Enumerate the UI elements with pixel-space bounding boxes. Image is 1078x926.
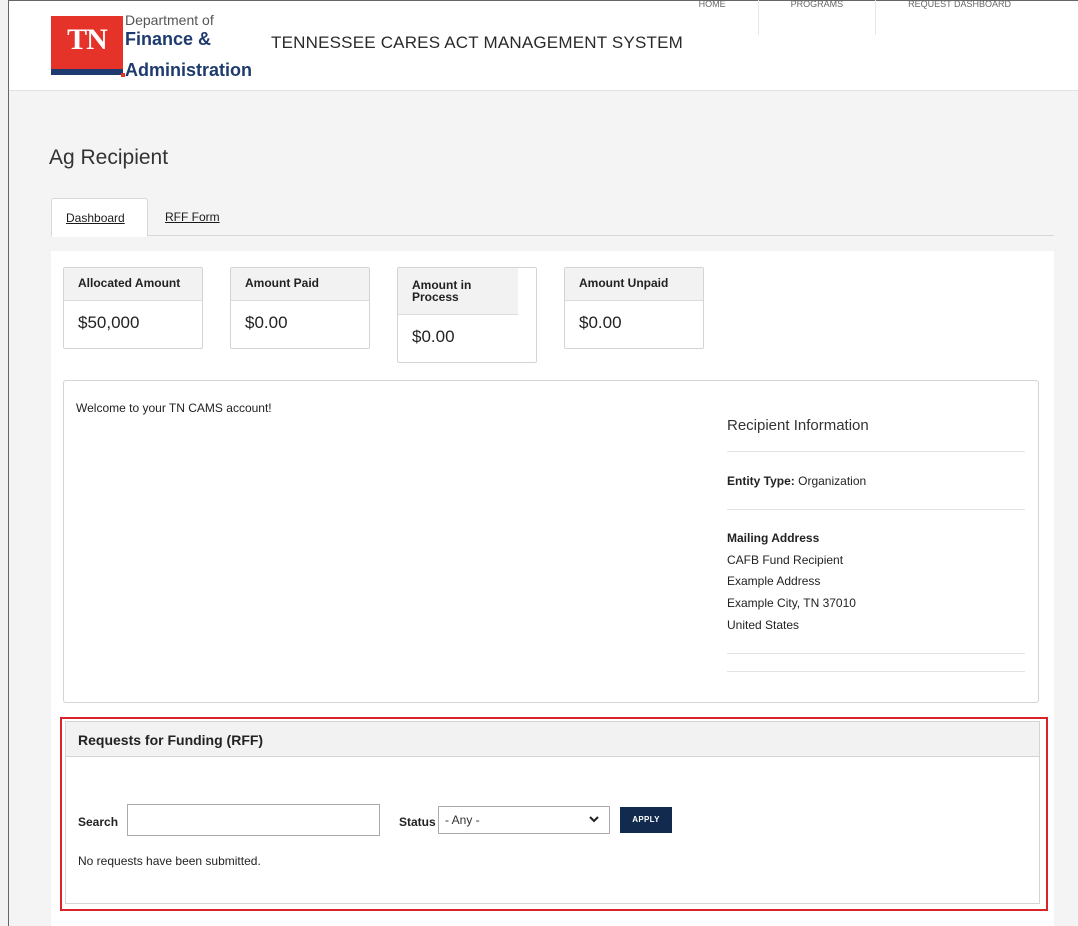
tab-bar: Dashboard RFF Form xyxy=(51,198,1054,237)
logo-underline xyxy=(51,69,123,75)
divider xyxy=(727,671,1025,672)
welcome-card: Welcome to your TN CAMS account! Recipie… xyxy=(63,380,1039,703)
address-line: Example City, TN 37010 xyxy=(727,596,856,610)
stat-card-in-process: Amount in Process $0.00 xyxy=(397,267,537,363)
address-line: United States xyxy=(727,618,800,632)
logo-abbrev: TN xyxy=(67,23,108,56)
logo-finance-text: Finance & xyxy=(125,29,212,49)
tab-dashboard[interactable]: Dashboard xyxy=(51,198,148,237)
nav-request-dashboard[interactable]: REQUEST DASHBOARD xyxy=(875,0,1043,35)
site-header: TN Department of Finance & Administratio… xyxy=(9,0,1078,91)
stat-value: $0.00 xyxy=(412,327,455,346)
address-line: Example Address xyxy=(727,574,821,588)
stat-label: Amount Unpaid xyxy=(565,268,703,301)
stat-card-unpaid: Amount Unpaid $0.00 xyxy=(564,267,704,349)
stat-card-paid: Amount Paid $0.00 xyxy=(230,267,370,349)
stat-label: Amount Paid xyxy=(231,268,369,301)
entity-type: Entity Type: Organization xyxy=(727,474,866,488)
highlight-box xyxy=(60,717,1048,911)
logo-dept-text: Department of xyxy=(125,12,214,28)
address-line: CAFB Fund Recipient xyxy=(727,553,844,567)
stat-label: Allocated Amount xyxy=(64,268,202,301)
welcome-message: Welcome to your TN CAMS account! xyxy=(76,401,272,415)
site-title: TENNESSEE CARES ACT MANAGEMENT SYSTEM xyxy=(271,33,684,52)
stat-value: $0.00 xyxy=(245,313,288,332)
stat-label: Amount in Process xyxy=(398,268,518,315)
divider xyxy=(727,509,1025,510)
mailing-address-label: Mailing Address xyxy=(727,531,820,545)
page-title: Ag Recipient xyxy=(49,146,169,169)
entity-type-value: Organization xyxy=(798,474,867,488)
stat-value: $0.00 xyxy=(579,313,622,332)
top-navigation: HOME PROGRAMS REQUEST DASHBOARD xyxy=(699,0,1043,39)
entity-type-label: Entity Type: xyxy=(727,474,795,488)
logo-admin-text: Administration xyxy=(120,60,253,80)
divider xyxy=(727,653,1025,654)
stat-card-allocated: Allocated Amount $50,000 xyxy=(63,267,203,349)
nav-programs[interactable]: PROGRAMS xyxy=(757,0,876,35)
divider xyxy=(727,451,1025,452)
browser-frame: TN Department of Finance & Administratio… xyxy=(8,0,1078,926)
nav-home[interactable]: HOME xyxy=(699,0,758,35)
stat-value: $50,000 xyxy=(78,313,140,332)
tn-logo[interactable]: TN xyxy=(51,16,123,73)
recipient-info-title: Recipient Information xyxy=(727,417,869,434)
tab-rff-form[interactable]: RFF Form xyxy=(151,198,234,237)
